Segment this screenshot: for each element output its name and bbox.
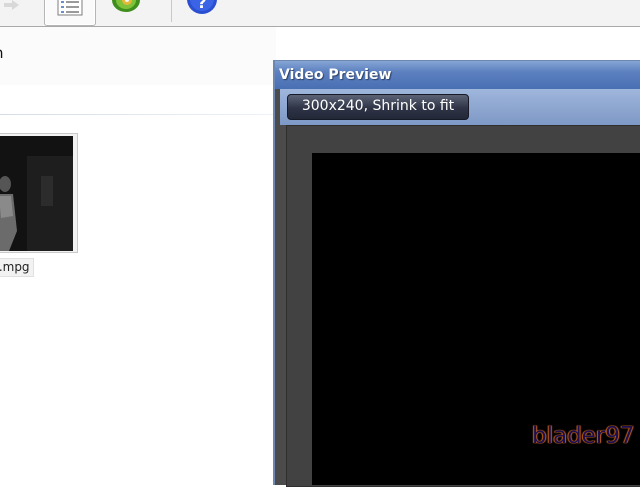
- video-thumbnail[interactable]: [0, 133, 78, 253]
- video-preview-window: Video Preview 300x240, Shrink to fit bla…: [273, 60, 640, 487]
- left-divider: [0, 114, 276, 115]
- thumbnail-image: [0, 136, 73, 251]
- toolbar-separator: [171, 0, 172, 22]
- back-button[interactable]: [0, 0, 22, 20]
- video-canvas[interactable]: blader97: [312, 153, 640, 485]
- media-button[interactable]: [108, 0, 142, 24]
- panel-title: n: [0, 44, 4, 62]
- size-mode-button[interactable]: 300x240, Shrink to fit: [287, 94, 469, 120]
- toolbar: ?: [0, 0, 640, 27]
- list-view-button[interactable]: [44, 0, 96, 26]
- media-disc-icon: [112, 0, 140, 12]
- svg-text:?: ?: [197, 0, 206, 12]
- help-icon: ?: [187, 0, 217, 14]
- video-preview-titlebar[interactable]: Video Preview: [275, 61, 640, 89]
- left-panel-header: [0, 27, 276, 85]
- thumbnail-caption: ..mpg: [0, 258, 34, 277]
- thumbnail-scene-icon: [0, 136, 73, 251]
- back-arrow-icon: [4, 0, 19, 10]
- list-view-icon: [57, 0, 83, 16]
- video-preview-title: Video Preview: [279, 67, 392, 83]
- help-button[interactable]: ?: [185, 0, 219, 24]
- watermark: blader97: [532, 423, 635, 449]
